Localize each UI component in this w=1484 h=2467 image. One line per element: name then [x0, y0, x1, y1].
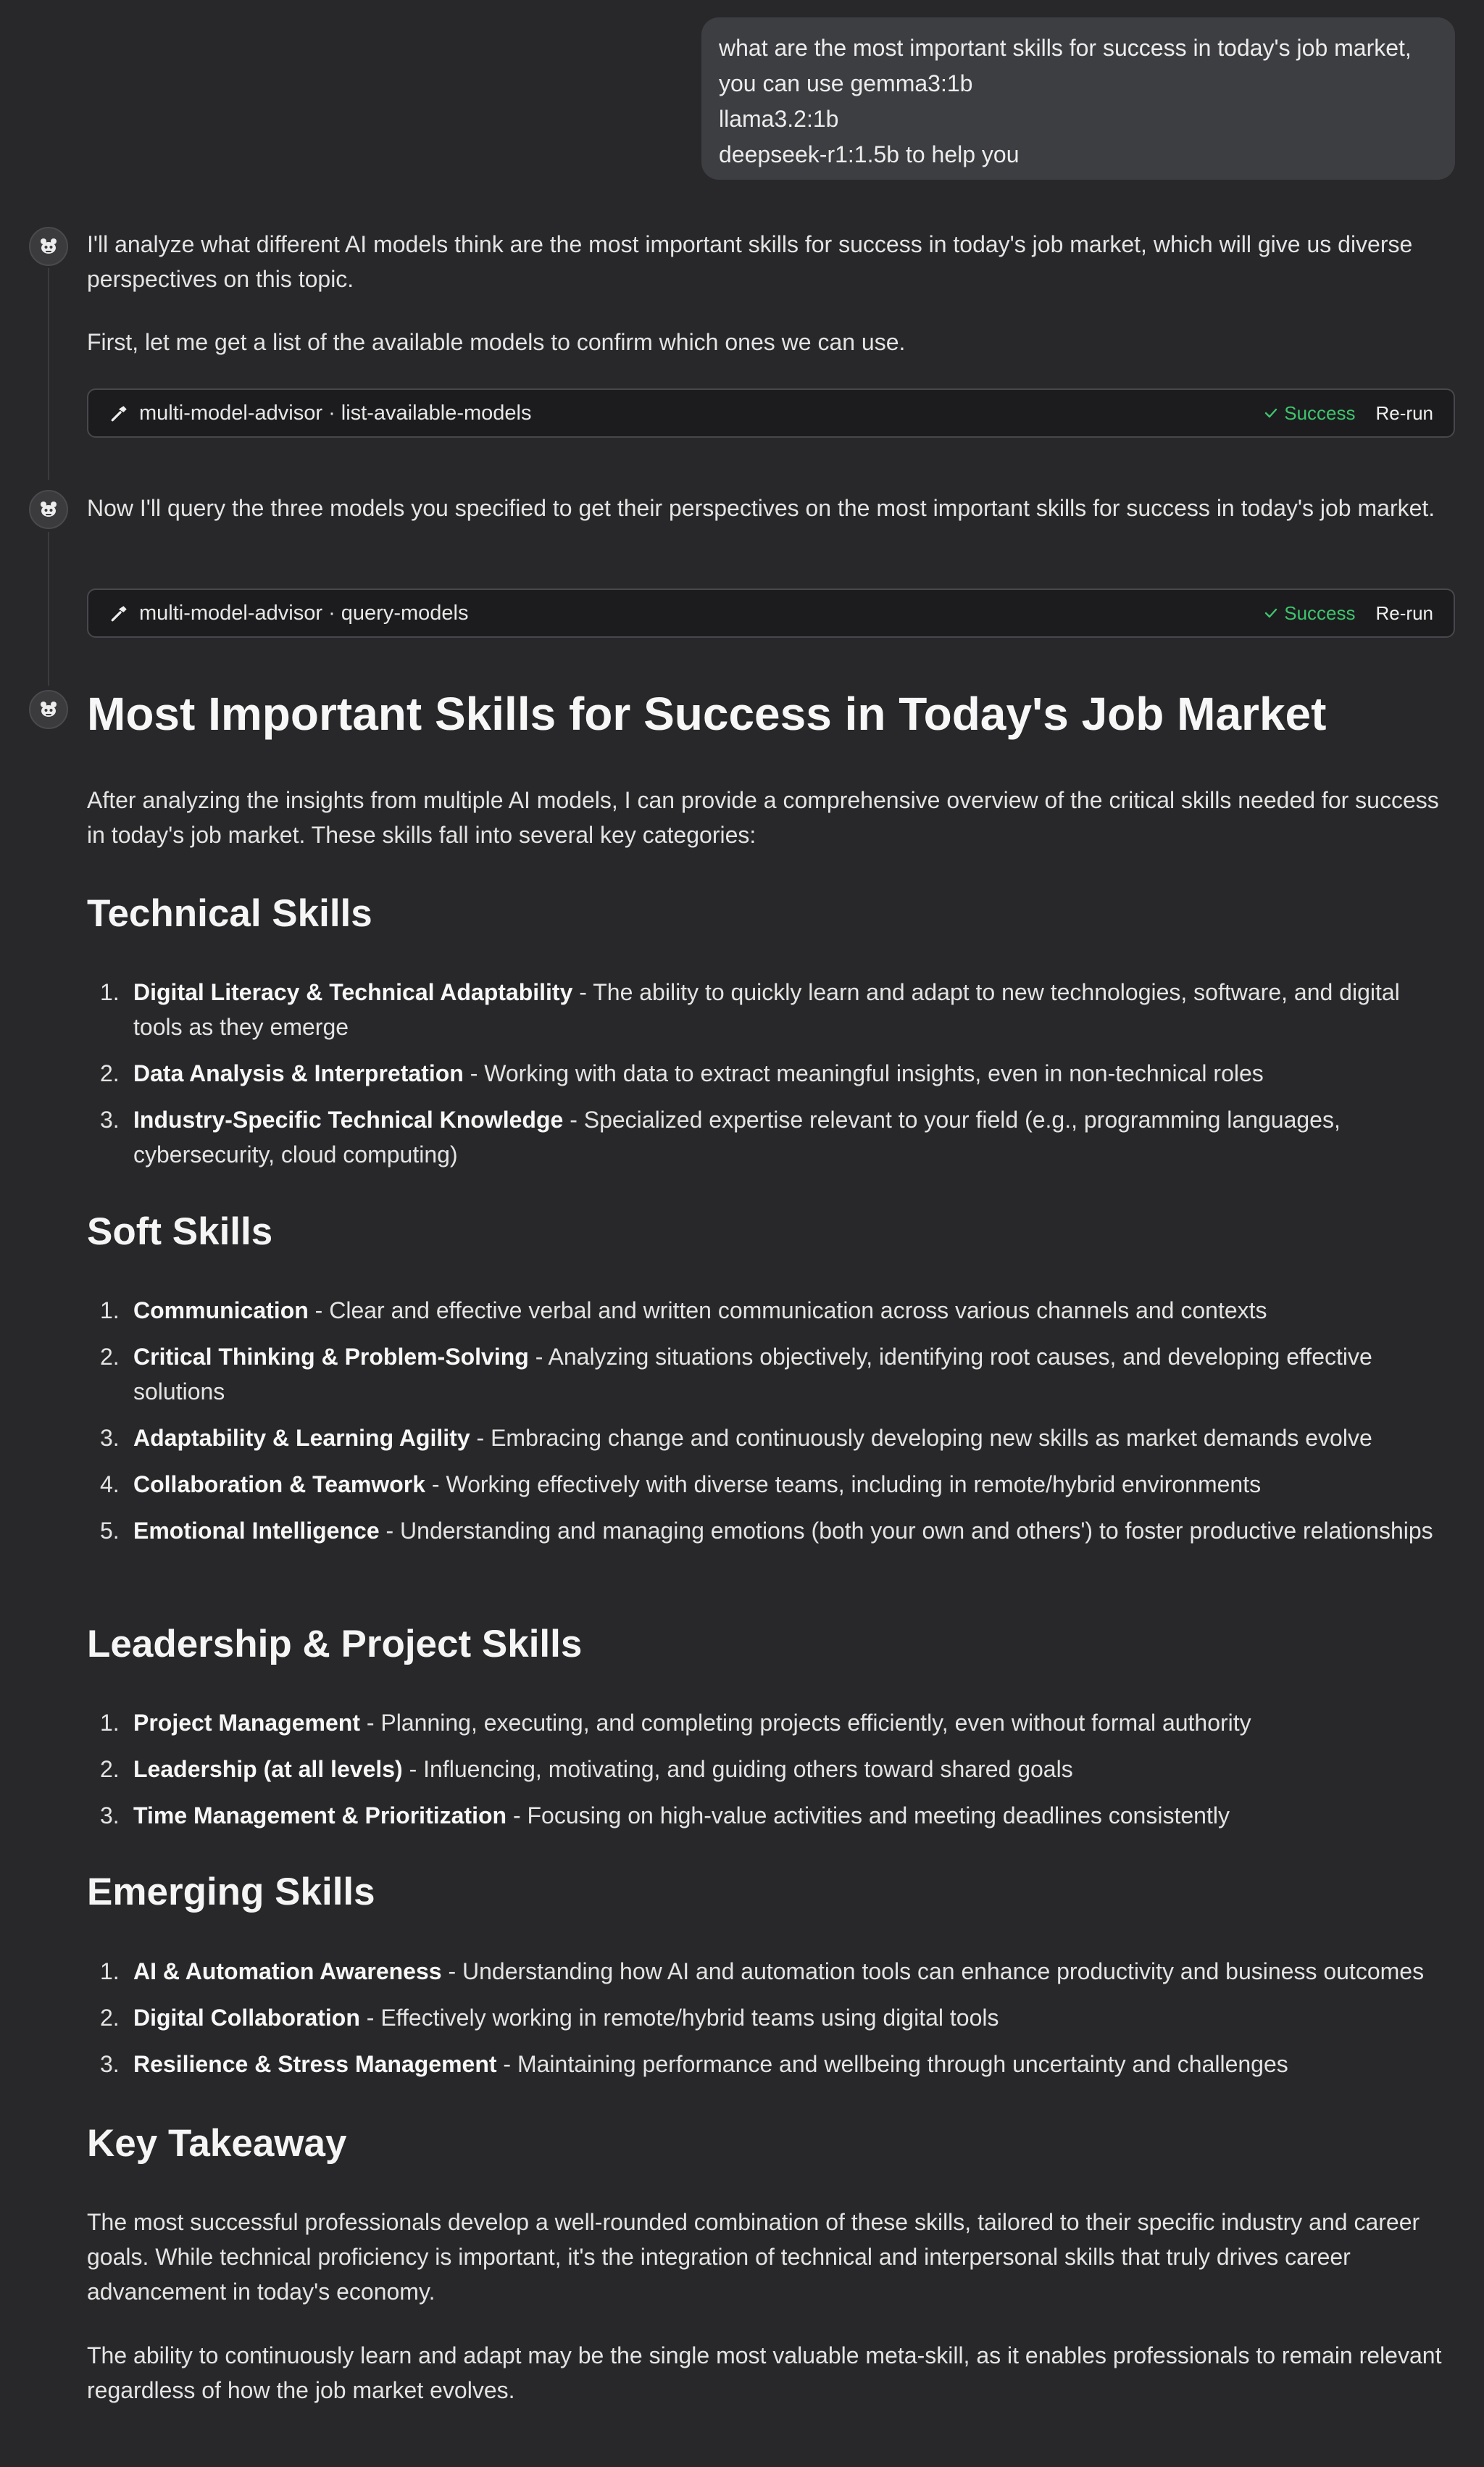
- hammer-icon: [111, 406, 127, 422]
- user-message-line: you can use gemma3:1b: [719, 70, 973, 96]
- list-item: 1. Digital Literacy & Technical Adaptabil…: [100, 979, 1400, 1040]
- soft-skills-list: 1. Communication - Clear and effective ve…: [87, 1293, 1455, 1560]
- list-item: 2. Digital Collaboration - Effectively wo…: [100, 2005, 999, 2031]
- section-heading-soft: Soft Skills: [87, 1210, 273, 1253]
- user-message-bubble: what are the most important skills for s…: [701, 17, 1455, 180]
- list-item: 1. Communication - Clear and effective ve…: [100, 1297, 1267, 1323]
- tool-call-name: multi-model-advisor · query-models: [139, 601, 469, 625]
- section-heading-emerging: Emerging Skills: [87, 1871, 375, 1913]
- status-badge: Success: [1264, 602, 1356, 625]
- user-message-line: llama3.2:1b: [719, 106, 839, 132]
- technical-skills-list: 1. Digital Literacy & Technical Adaptabil…: [87, 975, 1455, 1183]
- assistant-avatar-icon: [29, 690, 68, 729]
- answer-title: Most Important Skills for Success in Tod…: [87, 688, 1327, 740]
- assistant-intro-text-2: First, let me get a list of the availabl…: [87, 329, 906, 355]
- section-heading-leadership: Leadership & Project Skills: [87, 1623, 583, 1665]
- tool-call-query-models[interactable]: multi-model-advisor · query-models Succe…: [87, 588, 1455, 638]
- check-icon: [1265, 608, 1277, 618]
- user-message-line: what are the most important skills for s…: [719, 35, 1412, 61]
- status-label: Success: [1284, 602, 1356, 624]
- hammer-icon: [111, 606, 127, 622]
- rerun-button[interactable]: Re-run: [1376, 602, 1433, 625]
- list-item: 2. Critical Thinking & Problem-Solving - …: [100, 1344, 1372, 1405]
- assistant-avatar-icon: [29, 227, 68, 266]
- tool-call-name: multi-model-advisor · list-available-mod…: [139, 401, 532, 425]
- check-icon: [1265, 408, 1277, 418]
- answer-intro: After analyzing the insights from multip…: [87, 787, 1439, 848]
- section-heading-takeaway: Key Takeaway: [87, 2122, 347, 2165]
- list-item: 3. Adaptability & Learning Agility - Embr…: [100, 1425, 1372, 1451]
- status-label: Success: [1284, 402, 1356, 424]
- list-item: 1. Project Management - Planning, executi…: [100, 1710, 1251, 1736]
- list-item: 5. Emotional Intelligence - Understanding…: [100, 1518, 1433, 1544]
- status-badge: Success: [1264, 402, 1356, 425]
- assistant-query-text: Now I'll query the three models you spec…: [87, 495, 1435, 521]
- list-item: 3. Industry-Specific Technical Knowledge …: [100, 1107, 1341, 1168]
- emerging-skills-list: 1. AI & Automation Awareness - Understand…: [87, 1954, 1455, 2093]
- rerun-button[interactable]: Re-run: [1376, 402, 1433, 425]
- assistant-intro-text: I'll analyze what different AI models th…: [87, 231, 1413, 292]
- assistant-avatar-icon: [29, 490, 68, 529]
- list-item: 3. Resilience & Stress Management - Maint…: [100, 2051, 1288, 2077]
- timeline-line: [48, 532, 49, 686]
- list-item: 4. Collaboration & Teamwork - Working eff…: [100, 1471, 1262, 1497]
- list-item: 2. Leadership (at all levels) - Influenci…: [100, 1756, 1073, 1782]
- list-item: 1. AI & Automation Awareness - Understand…: [100, 1958, 1425, 1984]
- list-item: 2. Data Analysis & Interpretation - Worki…: [100, 1060, 1264, 1086]
- takeaway-paragraph: The most successful professionals develo…: [87, 2209, 1420, 2305]
- list-item: 3. Time Management & Prioritization - Foc…: [100, 1802, 1230, 1829]
- tool-call-list-available-models[interactable]: multi-model-advisor · list-available-mod…: [87, 388, 1455, 438]
- leadership-skills-list: 1. Project Management - Planning, executi…: [87, 1705, 1455, 1844]
- takeaway-paragraph-2: The ability to continuously learn and ad…: [87, 2342, 1442, 2403]
- section-heading-technical: Technical Skills: [87, 892, 372, 935]
- timeline-line: [48, 268, 49, 480]
- user-message-line: deepseek-r1:1.5b to help you: [719, 141, 1020, 167]
